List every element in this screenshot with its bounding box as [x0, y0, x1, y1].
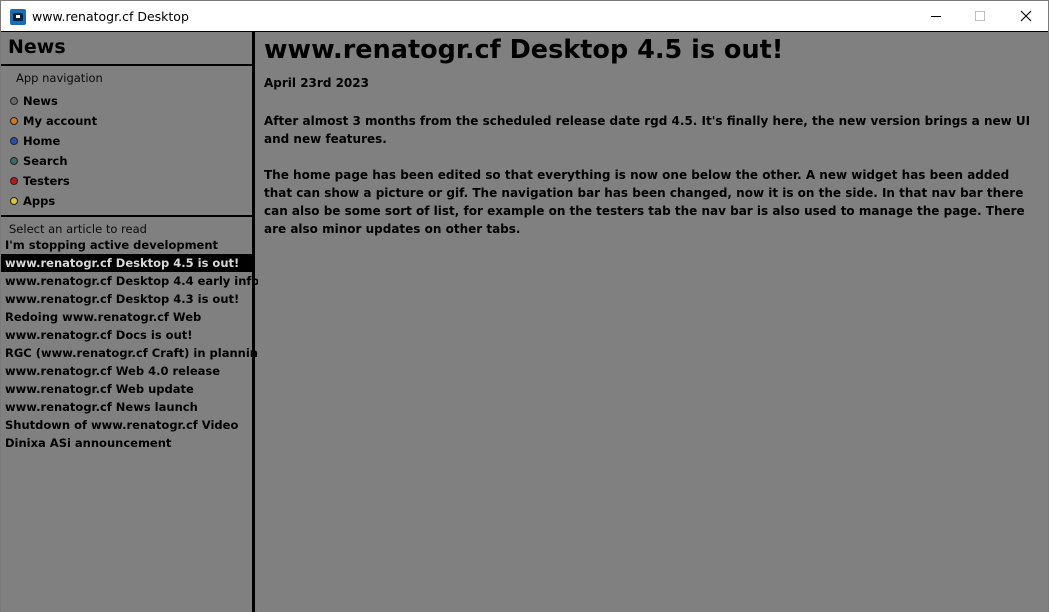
list-item[interactable]: Redoing www.renatogr.cf Web — [1, 308, 252, 326]
sidebar: News App navigation News My account Home Se… — [1, 32, 266, 612]
maximize-button[interactable] — [957, 1, 1003, 31]
sidebar-divider — [1, 64, 252, 66]
sidebar-divider — [1, 215, 252, 217]
sidebar-item-label: My account — [23, 114, 98, 128]
minimize-button[interactable] — [913, 1, 959, 31]
sidebar-item-apps[interactable]: Apps — [1, 191, 252, 211]
list-item[interactable]: www.renatogr.cf Docs is out! — [1, 326, 252, 344]
list-item[interactable]: I'm stopping active development — [1, 236, 252, 254]
sidebar-item-label: News — [23, 94, 58, 108]
article-title: www.renatogr.cf Desktop 4.5 is out! — [264, 35, 784, 65]
sidebar-item-my-account[interactable]: My account — [1, 111, 252, 131]
list-item[interactable]: www.renatogr.cf Desktop 4.3 is out! — [1, 290, 252, 308]
list-item[interactable]: www.renatogr.cf Desktop 4.5 is out! — [1, 254, 252, 272]
nav-section-label: App navigation — [16, 71, 103, 85]
sidebar-item-label: Apps — [23, 194, 56, 208]
maximize-icon — [975, 11, 985, 21]
title-bar[interactable]: www.renatogr.cf Desktop — [1, 1, 1048, 32]
list-item[interactable]: Shutdown of www.renatogr.cf Video — [1, 416, 252, 434]
sidebar-item-news[interactable]: News — [1, 91, 252, 111]
article-body: After almost 3 months from the scheduled… — [264, 112, 1039, 256]
sidebar-title: News — [8, 36, 66, 58]
close-button[interactable] — [1003, 1, 1049, 31]
article-section-label: Select an article to read — [9, 222, 147, 236]
list-item[interactable]: www.renatogr.cf News launch — [1, 398, 252, 416]
article-paragraph: The home page has been edited so that ev… — [264, 168, 1025, 236]
window-title: www.renatogr.cf Desktop — [32, 9, 189, 24]
article-view: www.renatogr.cf Desktop 4.5 is out! Apri… — [258, 32, 1048, 612]
sidebar-item-label: Search — [23, 154, 68, 168]
list-item[interactable]: www.renatogr.cf Desktop 4.4 early info — [1, 272, 259, 290]
list-item[interactable]: RGC (www.renatogr.cf Craft) in planning — [1, 344, 266, 362]
sidebar-item-testers[interactable]: Testers — [1, 171, 252, 191]
app-window: www.renatogr.cf Desktop News App navigat… — [0, 0, 1049, 612]
sidebar-item-search[interactable]: Search — [1, 151, 252, 171]
app-logo-icon — [10, 9, 26, 25]
status-dot-icon — [10, 97, 18, 105]
status-dot-icon — [10, 157, 18, 165]
sidebar-item-label: Testers — [23, 174, 70, 188]
close-icon — [1020, 10, 1032, 22]
sidebar-item-home[interactable]: Home — [1, 131, 252, 151]
list-item[interactable]: Dinixa ASi announcement — [1, 434, 252, 452]
app-navigation-list: News My account Home Search Testers Apps — [1, 91, 252, 211]
status-dot-icon — [10, 197, 18, 205]
list-item[interactable]: www.renatogr.cf Web 4.0 release — [1, 362, 252, 380]
sidebar-item-label: Home — [23, 134, 61, 148]
list-item[interactable]: www.renatogr.cf Web update — [1, 380, 252, 398]
article-date: April 23rd 2023 — [264, 76, 369, 90]
status-dot-icon — [10, 177, 18, 185]
article-paragraph: After almost 3 months from the scheduled… — [264, 114, 1031, 146]
article-list: I'm stopping active development www.renat… — [1, 236, 266, 452]
status-dot-icon — [10, 117, 18, 125]
status-dot-icon — [10, 137, 18, 145]
minimize-icon — [931, 15, 941, 17]
